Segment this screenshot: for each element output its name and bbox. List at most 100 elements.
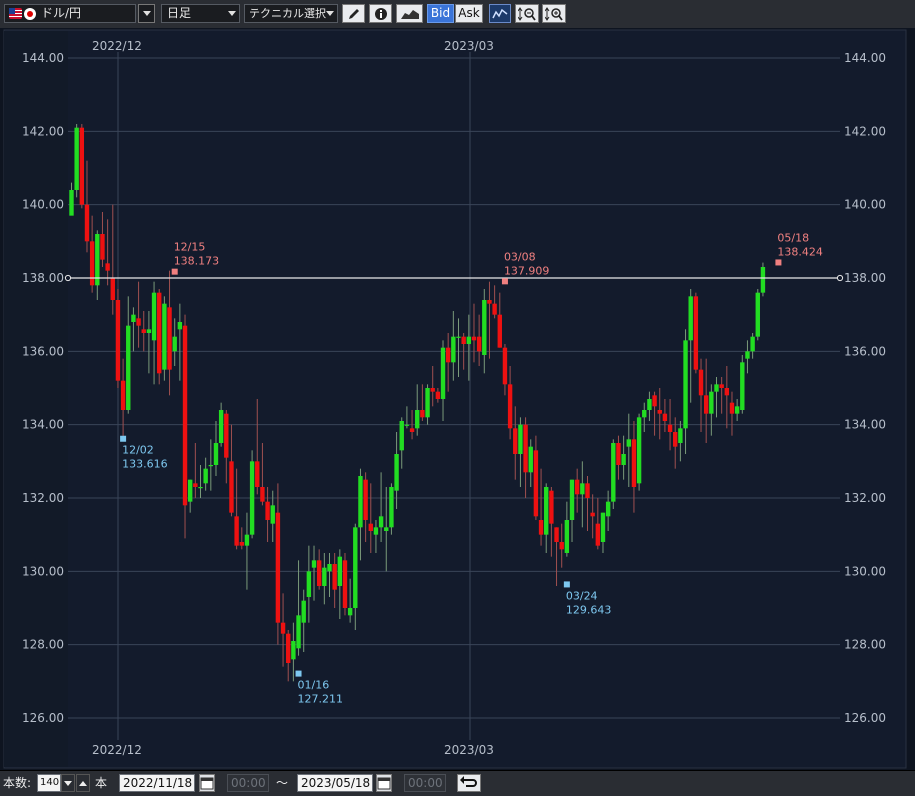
ask-button[interactable]: Ask — [455, 4, 483, 23]
candle — [544, 487, 549, 535]
technical-label: テクニカル選択 — [249, 7, 326, 20]
x-tick-label-bottom: 2023/03 — [444, 743, 494, 757]
bid-button[interactable]: Bid — [427, 4, 454, 23]
chart-type-button[interactable] — [396, 4, 423, 23]
candle — [698, 369, 704, 396]
x-tick-label-bottom: 2022/12 — [92, 743, 142, 757]
candle — [456, 336, 461, 338]
candle — [224, 413, 229, 458]
candle — [709, 391, 714, 414]
candle — [229, 461, 234, 513]
y-tick-label-left: 134.00 — [22, 418, 64, 432]
candle — [193, 483, 198, 487]
candle — [502, 347, 508, 385]
triangle-up-icon — [79, 781, 87, 786]
candle — [636, 417, 642, 484]
candle — [688, 296, 693, 341]
candle — [327, 564, 332, 572]
candle — [461, 336, 466, 344]
timeframe-select[interactable]: 日足 — [161, 4, 240, 23]
jp-flag-icon — [24, 8, 36, 20]
annotation-date: 03/08 — [504, 250, 536, 263]
y-tick-label-right: 142.00 — [844, 124, 886, 138]
candle — [559, 542, 564, 550]
technical-select[interactable]: テクニカル選択 — [244, 4, 338, 23]
candle — [198, 487, 203, 489]
count-input[interactable]: 140 — [37, 774, 61, 792]
zoom-in-icon — [544, 7, 563, 21]
candle — [203, 468, 208, 484]
candle — [208, 465, 214, 467]
currency-pair-dropdown-button[interactable] — [138, 4, 155, 23]
count-increase-button[interactable] — [76, 774, 90, 792]
candle — [451, 336, 456, 363]
candle — [234, 516, 239, 546]
candle — [337, 556, 343, 586]
candle — [409, 428, 415, 432]
draw-pen-button[interactable] — [342, 4, 365, 23]
y-tick-label-left: 140.00 — [22, 198, 64, 212]
candle — [239, 542, 244, 546]
info-button[interactable] — [369, 4, 392, 23]
candle — [631, 439, 637, 487]
candle — [595, 523, 601, 546]
annotation-marker — [775, 259, 782, 266]
annotation-value: 129.643 — [566, 603, 612, 616]
currency-pair-select[interactable]: ドル/円 — [4, 4, 136, 23]
candle — [590, 512, 595, 517]
candle — [187, 479, 193, 502]
zoom-out-button[interactable] — [515, 4, 539, 23]
candle — [105, 263, 110, 271]
y-tick-label-right: 140.00 — [844, 198, 886, 212]
annotation-marker — [120, 435, 127, 442]
annotation-value: 138.173 — [174, 255, 220, 268]
indicator-button[interactable] — [489, 4, 511, 23]
timeframe-label: 日足 — [167, 6, 192, 20]
candle — [167, 307, 172, 370]
annotation-value: 133.616 — [122, 458, 168, 471]
candle — [296, 615, 301, 649]
candle — [316, 560, 322, 586]
end-date-input[interactable]: 2023/05/18 — [297, 774, 373, 792]
area-chart-icon — [400, 10, 419, 19]
count-decrease-button[interactable] — [61, 774, 75, 792]
annotation-date: 12/02 — [122, 444, 154, 457]
candle — [476, 336, 482, 352]
y-tick-label-right: 128.00 — [844, 638, 886, 652]
candle — [652, 395, 657, 407]
bottom-bar: 本数: 140 本 2022/11/18 00:00 〜 2023/05/18 … — [0, 770, 915, 796]
candle — [647, 399, 652, 410]
end-calendar-button[interactable] — [376, 774, 392, 792]
candle — [399, 421, 404, 451]
candle — [673, 432, 678, 447]
candle — [430, 388, 435, 392]
candle — [729, 402, 735, 414]
candle — [373, 527, 379, 535]
candle — [74, 127, 79, 190]
candle — [306, 571, 312, 597]
candle — [100, 234, 105, 260]
start-calendar-button[interactable] — [199, 774, 215, 792]
candle — [611, 443, 616, 502]
candle — [435, 391, 441, 399]
candle — [342, 560, 348, 608]
candle — [177, 322, 183, 330]
candle — [513, 428, 518, 454]
candlestick-chart[interactable]: 144.00 142.00 140.00 138.00 136.00 134.00 132.… — [0, 28, 915, 770]
reset-button[interactable] — [457, 774, 481, 792]
candle — [662, 413, 668, 421]
candle — [115, 300, 121, 381]
candle — [347, 608, 353, 616]
candle — [110, 278, 115, 300]
zoom-in-button[interactable] — [542, 4, 566, 23]
candle — [265, 501, 270, 520]
bid-label: Bid — [430, 6, 451, 20]
candle — [471, 336, 477, 341]
start-date-input[interactable]: 2022/11/18 — [119, 774, 195, 792]
candle — [322, 567, 327, 586]
annotation-date: 03/24 — [566, 589, 598, 602]
candle — [213, 443, 219, 465]
candle — [363, 479, 368, 520]
candle — [605, 501, 611, 517]
y-tick-label-left: 126.00 — [22, 711, 64, 725]
